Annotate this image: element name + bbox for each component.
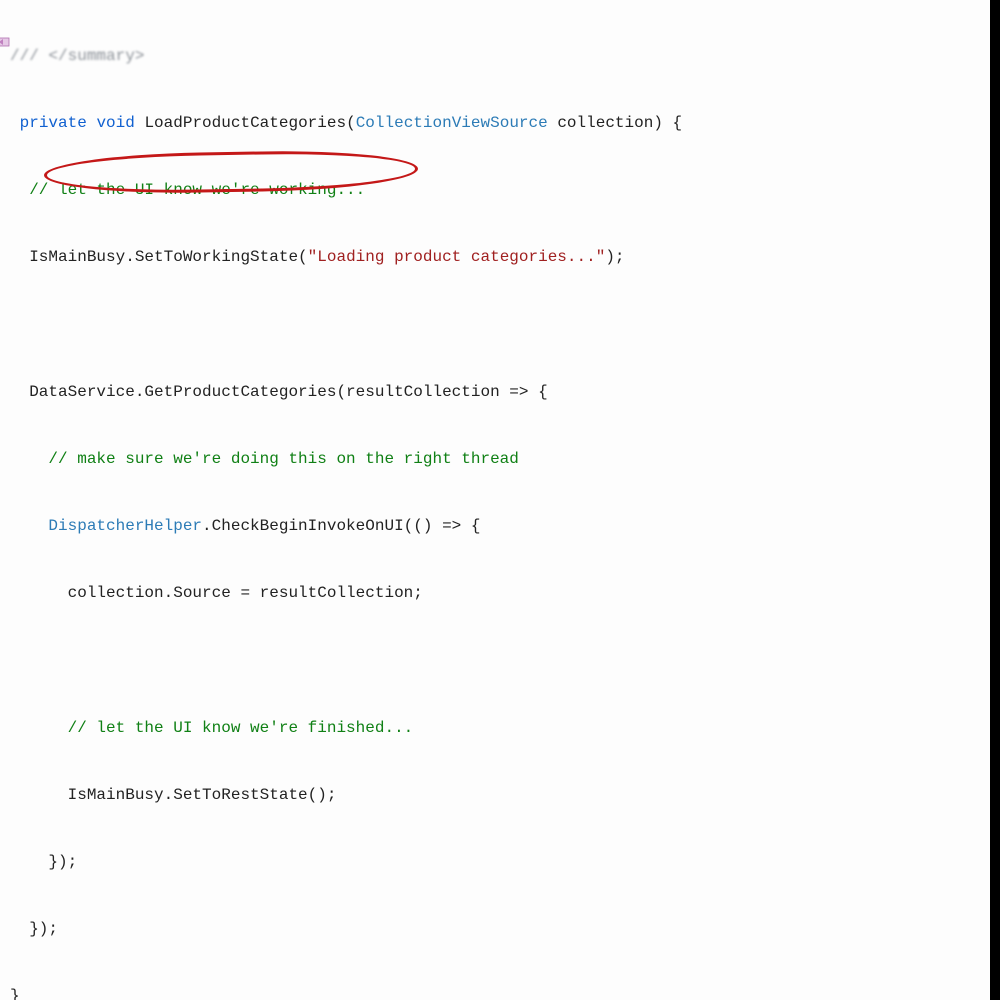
code-line: collection.Source = resultCollection; [10,582,980,604]
string-literal: "Loading product categories..." [308,248,606,266]
type-name: CollectionViewSource [356,114,548,132]
comment-text: // make sure we're doing this on the rig… [10,450,519,468]
code-line: DispatcherHelper.CheckBeginInvokeOnUI(()… [10,515,980,537]
call-text: IsMainBusy.SetToRestState(); [10,786,336,804]
xml-doc-tag: </summary> [48,47,144,65]
code-line: private void LoadProductCategories(Colle… [10,112,980,134]
code-line: DataService.GetProductCategories(resultC… [10,381,980,403]
code-line: IsMainBusy.SetToWorkingState("Loading pr… [10,246,980,268]
brace-close: }); [10,920,58,938]
params-close: collection) { [548,114,682,132]
keyword-void: void [96,114,134,132]
code-line: IsMainBusy.SetToRestState(); [10,784,980,806]
comment-text: // let the UI know we're finished... [10,719,413,737]
code-line: }); [10,851,980,873]
type-name: DispatcherHelper [48,517,202,535]
code-blank-line [10,313,980,335]
code-line: // let the UI know we're working... [10,179,980,201]
comment-text: // let the UI know we're working... [10,181,365,199]
code-line: /// </summary> [10,45,980,67]
code-blank-line [10,649,980,671]
brace-close: }); [10,853,77,871]
call-end: ); [605,248,624,266]
code-line: } [10,985,980,1000]
code-editor-panel: /// </summary> private void LoadProductC… [0,0,990,1000]
call-text: DataService.GetProductCategories(resultC… [10,383,548,401]
code-text-area[interactable]: /// </summary> private void LoadProductC… [10,0,980,1000]
assign-text: collection.Source = resultCollection; [10,584,423,602]
code-line: // let the UI know we're finished... [10,717,980,739]
xml-doc-comment: /// [10,47,48,65]
method-name: LoadProductCategories( [135,114,356,132]
keyword-private: private [20,114,87,132]
call-text: IsMainBusy.SetToWorkingState( [10,248,308,266]
call-rest: .CheckBeginInvokeOnUI(() => { [202,517,480,535]
code-line: }); [10,918,980,940]
code-line: // make sure we're doing this on the rig… [10,448,980,470]
brace-close: } [10,987,20,1000]
